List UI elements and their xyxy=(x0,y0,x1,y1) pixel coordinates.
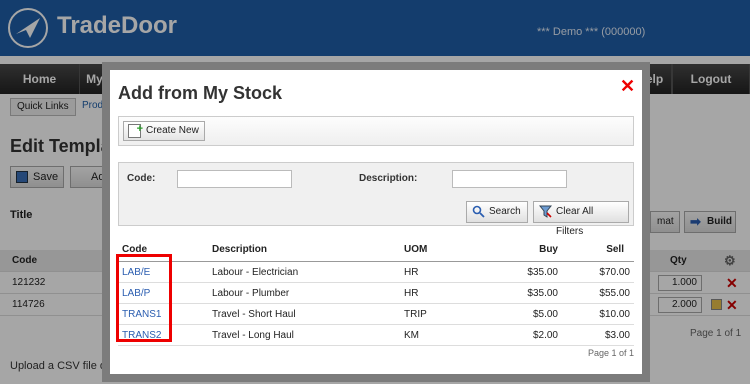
stock-buy: $2.00 xyxy=(532,330,558,341)
col-sell: Sell xyxy=(606,244,624,255)
close-icon[interactable]: ✕ xyxy=(620,76,635,97)
search-icon xyxy=(472,205,485,218)
col-uom: UOM xyxy=(404,244,428,255)
stock-uom: KM xyxy=(404,330,419,341)
code-filter-input[interactable] xyxy=(177,170,292,188)
stock-uom: HR xyxy=(404,267,419,278)
clear-filters-label: Clear All Filters xyxy=(556,206,594,237)
stock-sell: $10.00 xyxy=(599,309,630,320)
stock-sell: $70.00 xyxy=(599,267,630,278)
create-new-button[interactable]: Create New xyxy=(123,120,205,141)
search-button[interactable]: Search xyxy=(466,201,528,223)
add-from-stock-dialog: Add from My Stock ✕ Create New Code: Des… xyxy=(102,62,650,382)
new-document-icon xyxy=(128,120,143,138)
search-label: Search xyxy=(489,206,521,217)
stock-description: Labour - Electrician xyxy=(212,267,299,278)
dialog-pager: Page 1 of 1 xyxy=(588,348,635,358)
dialog-body: Add from My Stock ✕ Create New Code: Des… xyxy=(110,70,642,374)
col-buy: Buy xyxy=(539,244,558,255)
list-item[interactable]: TRANS1 Travel - Short Haul TRIP $5.00 $1… xyxy=(118,304,634,325)
list-item[interactable]: LAB/E Labour - Electrician HR $35.00 $70… xyxy=(118,262,634,283)
description-filter-input[interactable] xyxy=(452,170,567,188)
stock-buy: $5.00 xyxy=(532,309,558,320)
filter-panel: Code: Description: Search Clear All Filt… xyxy=(118,162,634,237)
description-filter-label: Description: xyxy=(359,173,418,184)
stock-uom: HR xyxy=(404,288,419,299)
code-column-highlight xyxy=(116,254,172,342)
code-filter-label: Code: xyxy=(127,173,156,184)
stock-description: Travel - Long Haul xyxy=(212,330,294,341)
stock-buy: $35.00 xyxy=(527,267,558,278)
stock-buy: $35.00 xyxy=(527,288,558,299)
clear-filters-button[interactable]: Clear All Filters xyxy=(533,201,629,237)
stock-sell: $55.00 xyxy=(599,288,630,299)
dialog-title: Add from My Stock xyxy=(118,83,283,103)
stock-description: Travel - Short Haul xyxy=(212,309,296,320)
dialog-toolbar: Create New xyxy=(118,116,634,146)
stock-table-header: Code Description UOM Buy Sell xyxy=(118,240,634,262)
list-item[interactable]: LAB/P Labour - Plumber HR $35.00 $55.00 xyxy=(118,283,634,304)
clear-filter-icon xyxy=(539,205,552,218)
list-item[interactable]: TRANS2 Travel - Long Haul KM $2.00 $3.00 xyxy=(118,325,634,346)
stock-description: Labour - Plumber xyxy=(212,288,290,299)
create-new-label: Create New xyxy=(146,125,199,136)
stock-sell: $3.00 xyxy=(604,330,630,341)
col-description: Description xyxy=(212,244,268,255)
stock-uom: TRIP xyxy=(404,309,427,320)
